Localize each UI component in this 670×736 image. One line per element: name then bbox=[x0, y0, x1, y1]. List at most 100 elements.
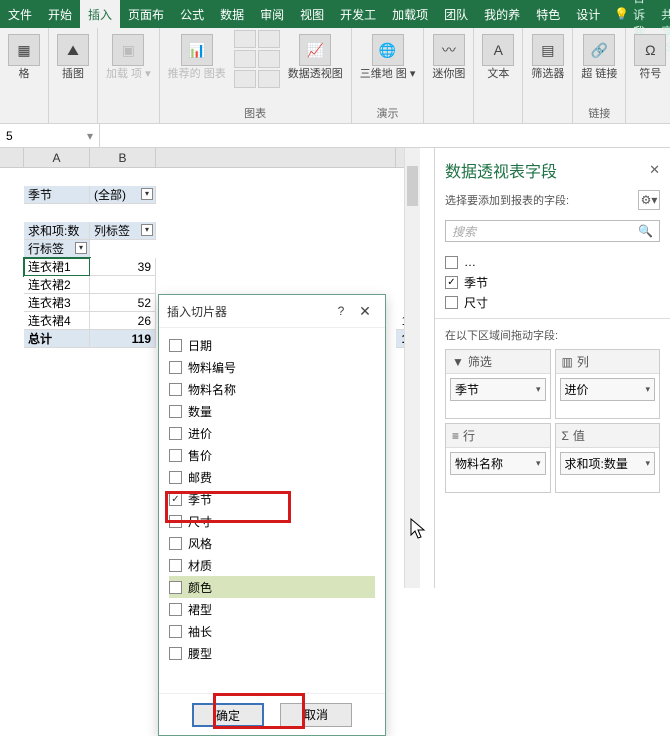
chart-types[interactable] bbox=[234, 30, 280, 88]
tours-button[interactable]: 🌐三维地 图 ▾ bbox=[356, 30, 420, 84]
cell-b7[interactable]: 52 bbox=[90, 294, 156, 312]
dialog-help-button[interactable]: ? bbox=[329, 304, 353, 318]
checkbox-icon[interactable] bbox=[169, 647, 182, 660]
slicer-field-row[interactable]: 物料编号 bbox=[169, 356, 375, 378]
tab-review[interactable]: 审阅 bbox=[252, 0, 292, 28]
hyperlink-button[interactable]: 🔗超 链接 bbox=[577, 30, 621, 84]
checkbox-icon[interactable] bbox=[169, 449, 182, 462]
checkbox-icon[interactable] bbox=[169, 537, 182, 550]
symbol-button[interactable]: Ω符号 bbox=[630, 30, 670, 84]
area-filters[interactable]: ▼筛选 季节▾ bbox=[445, 349, 551, 419]
tab-formulas[interactable]: 公式 bbox=[172, 0, 212, 28]
pivot-row-label[interactable]: 行标签▾ bbox=[24, 240, 90, 258]
chart-scatter-icon[interactable] bbox=[234, 70, 256, 88]
ok-button[interactable]: 确定 bbox=[192, 703, 264, 727]
illustrations-button[interactable]: ⛰插图 bbox=[53, 30, 93, 84]
slicer-field-row[interactable]: 尺寸 bbox=[169, 510, 375, 532]
slicer-field-row[interactable]: 售价 bbox=[169, 444, 375, 466]
filter-dropdown-icon[interactable]: ▾ bbox=[141, 188, 153, 200]
tab-data[interactable]: 数据 bbox=[212, 0, 252, 28]
sheet-scrollbar[interactable] bbox=[404, 148, 420, 588]
area-values[interactable]: Σ值 求和项:数量▾ bbox=[555, 423, 661, 493]
col-dropdown-icon[interactable]: ▾ bbox=[141, 224, 153, 236]
pivot-filter-value[interactable]: (全部)▾ bbox=[90, 186, 156, 204]
cell-total-value[interactable]: 119 bbox=[90, 330, 156, 348]
cell-b5[interactable]: 39 bbox=[90, 258, 156, 276]
pane-settings-button[interactable]: ⚙▾ bbox=[638, 190, 660, 210]
checkbox-icon[interactable] bbox=[445, 296, 458, 309]
tab-feature[interactable]: 特色 bbox=[528, 0, 568, 28]
share-button[interactable]: 共享(S) bbox=[651, 0, 670, 28]
checkbox-icon[interactable] bbox=[169, 383, 182, 396]
slicer-field-row[interactable]: 颜色 bbox=[169, 576, 375, 598]
area-item-filter[interactable]: 季节▾ bbox=[450, 378, 546, 401]
cell-a6[interactable]: 连衣裙2 bbox=[24, 276, 90, 294]
pivot-chart-button[interactable]: 📈数据透视图 bbox=[284, 30, 347, 84]
cell-b6[interactable] bbox=[90, 276, 156, 294]
tell-me[interactable]: 💡告诉我 bbox=[608, 0, 651, 28]
tab-addins[interactable]: 加载项 bbox=[384, 0, 436, 28]
area-item-value[interactable]: 求和项:数量▾ bbox=[560, 452, 656, 475]
slicer-field-row[interactable]: 邮费 bbox=[169, 466, 375, 488]
slicer-field-row[interactable]: 腰型 bbox=[169, 642, 375, 664]
pivot-col-label[interactable]: 列标签▾ bbox=[90, 222, 156, 240]
slicer-field-row[interactable]: 日期 bbox=[169, 334, 375, 356]
cell-b8[interactable]: 26 bbox=[90, 312, 156, 330]
slicer-field-row[interactable]: 数量 bbox=[169, 400, 375, 422]
dialog-close-button[interactable]: ✕ bbox=[353, 303, 377, 320]
cell-a8[interactable]: 连衣裙4 bbox=[24, 312, 90, 330]
slicer-field-row[interactable]: 季节 bbox=[169, 488, 375, 510]
field-search-input[interactable]: 搜索🔍 bbox=[445, 220, 660, 242]
slicer-button[interactable]: ▤筛选器 bbox=[527, 30, 568, 84]
tab-my[interactable]: 我的养 bbox=[476, 0, 528, 28]
checkbox-icon[interactable] bbox=[169, 493, 182, 506]
slicer-field-row[interactable]: 袖长 bbox=[169, 620, 375, 642]
slicer-field-row[interactable]: 风格 bbox=[169, 532, 375, 554]
cell-a5[interactable]: 连衣裙1 bbox=[24, 258, 90, 276]
checkbox-icon[interactable] bbox=[169, 515, 182, 528]
area-rows[interactable]: ≡行 物料名称▾ bbox=[445, 423, 551, 493]
cell-total-label[interactable]: 总计 bbox=[24, 330, 90, 348]
checkbox-icon[interactable] bbox=[169, 427, 182, 440]
chart-area-icon[interactable] bbox=[258, 50, 280, 68]
slicer-field-row[interactable]: 材质 bbox=[169, 554, 375, 576]
text-button[interactable]: A文本 bbox=[478, 30, 518, 84]
chart-pie-icon[interactable] bbox=[234, 50, 256, 68]
field-row[interactable]: … bbox=[445, 252, 660, 272]
col-header-a[interactable]: A bbox=[24, 148, 90, 167]
tab-insert[interactable]: 插入 bbox=[80, 0, 120, 28]
tab-view[interactable]: 视图 bbox=[292, 0, 332, 28]
checkbox-icon[interactable] bbox=[169, 559, 182, 572]
chart-other-icon[interactable] bbox=[258, 70, 280, 88]
cancel-button[interactable]: 取消 bbox=[280, 703, 352, 727]
tab-developer[interactable]: 开发工 bbox=[332, 0, 384, 28]
chart-line-icon[interactable] bbox=[258, 30, 280, 48]
checkbox-icon[interactable] bbox=[445, 256, 458, 269]
tab-pagelayout[interactable]: 页面布 bbox=[120, 0, 172, 28]
checkbox-icon[interactable] bbox=[169, 603, 182, 616]
sparklines-button[interactable]: 〰迷你图 bbox=[428, 30, 469, 84]
checkbox-icon[interactable] bbox=[169, 581, 182, 594]
area-item-column[interactable]: 进价▾ bbox=[560, 378, 656, 401]
chart-bar-icon[interactable] bbox=[234, 30, 256, 48]
checkbox-icon[interactable] bbox=[169, 471, 182, 484]
checkbox-icon[interactable] bbox=[169, 625, 182, 638]
row-dropdown-icon[interactable]: ▾ bbox=[75, 242, 87, 254]
tables-button[interactable]: ▦格 bbox=[4, 30, 44, 84]
checkbox-icon[interactable] bbox=[169, 405, 182, 418]
area-item-row[interactable]: 物料名称▾ bbox=[450, 452, 546, 475]
field-row-size[interactable]: 尺寸 bbox=[445, 292, 660, 312]
tab-team[interactable]: 团队 bbox=[436, 0, 476, 28]
name-box[interactable]: 5▾ bbox=[0, 124, 100, 147]
checkbox-icon[interactable] bbox=[169, 361, 182, 374]
col-header-b[interactable]: B bbox=[90, 148, 156, 167]
checkbox-icon[interactable] bbox=[169, 339, 182, 352]
tab-design[interactable]: 设计 bbox=[568, 0, 608, 28]
checkbox-icon[interactable] bbox=[445, 276, 458, 289]
pane-close-button[interactable]: ✕ bbox=[649, 162, 660, 178]
area-columns[interactable]: ▥列 进价▾ bbox=[555, 349, 661, 419]
slicer-field-row[interactable]: 物料名称 bbox=[169, 378, 375, 400]
slicer-field-row[interactable]: 裙型 bbox=[169, 598, 375, 620]
slicer-field-row[interactable]: 进价 bbox=[169, 422, 375, 444]
cell-a7[interactable]: 连衣裙3 bbox=[24, 294, 90, 312]
